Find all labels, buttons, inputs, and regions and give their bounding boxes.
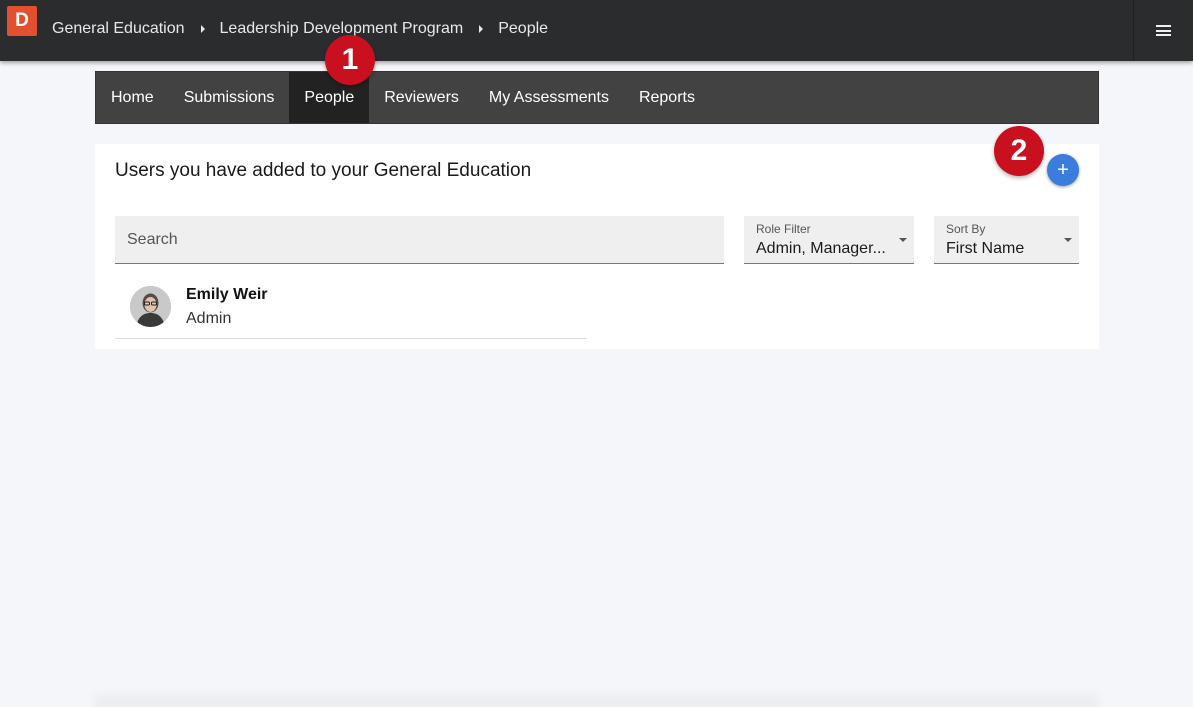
page-title: Users you have added to your General Edu… xyxy=(115,160,532,181)
main-nav: Home Submissions People Reviewers My Ass… xyxy=(95,71,1099,124)
role-filter-select[interactable]: Role Filter Admin, Manager... xyxy=(744,216,914,264)
bottom-shadow xyxy=(95,690,1099,707)
role-filter-value: Admin, Manager... xyxy=(756,240,886,257)
avatar xyxy=(130,286,171,327)
breadcrumb-general-education[interactable]: General Education xyxy=(52,20,185,38)
user-role: Admin xyxy=(186,310,232,327)
search-input[interactable] xyxy=(115,216,724,264)
avatar-image xyxy=(130,286,171,327)
breadcrumb-people[interactable]: People xyxy=(498,20,548,38)
breadcrumb-arrow-icon xyxy=(200,25,205,33)
sort-by-select[interactable]: Sort By First Name xyxy=(934,216,1079,264)
top-bar: D General Education Leadership Developme… xyxy=(0,0,1193,61)
list-item[interactable]: Emily Weir Admin xyxy=(115,274,587,339)
menu-button[interactable] xyxy=(1133,0,1193,61)
chevron-down-icon xyxy=(1064,238,1072,242)
nav-reports[interactable]: Reports xyxy=(624,72,710,123)
callout-badge-1: 1 xyxy=(325,35,375,85)
sort-by-value: First Name xyxy=(946,240,1025,257)
chevron-down-icon xyxy=(899,238,907,242)
breadcrumb: General Education Leadership Development… xyxy=(52,19,548,39)
add-user-button[interactable]: + xyxy=(1047,154,1079,186)
hamburger-menu-icon xyxy=(1156,25,1171,36)
sort-by-label: Sort By xyxy=(946,222,986,236)
nav-home[interactable]: Home xyxy=(96,72,169,123)
people-card: Users you have added to your General Edu… xyxy=(95,144,1099,349)
nav-my-assessments[interactable]: My Assessments xyxy=(474,72,624,123)
role-filter-label: Role Filter xyxy=(756,222,811,236)
callout-badge-2: 2 xyxy=(994,126,1044,176)
user-name: Emily Weir xyxy=(186,286,268,303)
nav-submissions[interactable]: Submissions xyxy=(169,72,290,123)
app-logo[interactable]: D xyxy=(7,6,37,36)
nav-reviewers[interactable]: Reviewers xyxy=(369,72,474,123)
plus-icon: + xyxy=(1057,159,1069,181)
breadcrumb-arrow-icon xyxy=(479,25,484,33)
